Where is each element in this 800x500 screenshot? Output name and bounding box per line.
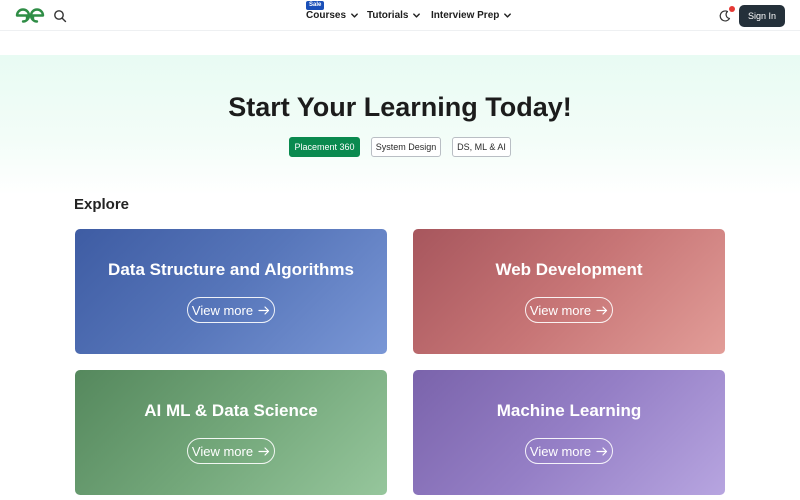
view-more-button[interactable]: View more xyxy=(187,297,275,323)
nav-courses[interactable]: Courses xyxy=(306,10,359,21)
pill-ds-ml-ai[interactable]: DS, ML & AI xyxy=(452,137,511,157)
card-title: Web Development xyxy=(495,260,643,279)
view-more-button[interactable]: View more xyxy=(525,438,613,464)
view-more-label: View more xyxy=(191,443,254,459)
notification-dot xyxy=(729,6,735,12)
arrow-right-icon xyxy=(258,305,270,315)
sign-in-button[interactable]: Sign In xyxy=(739,5,785,27)
hero-background xyxy=(0,55,800,195)
pill-placement-360[interactable]: Placement 360 xyxy=(289,137,360,157)
search-icon[interactable] xyxy=(52,8,68,24)
card-title: AI ML & Data Science xyxy=(144,401,318,420)
card-title: Data Structure and Algorithms xyxy=(108,260,354,279)
nav-interview-prep-label: Interview Prep xyxy=(431,10,500,21)
nav-tutorials-label: Tutorials xyxy=(367,10,409,21)
chevron-down-icon xyxy=(351,13,358,18)
geeksforgeeks-logo-icon[interactable] xyxy=(14,6,46,25)
view-more-label: View more xyxy=(191,302,254,318)
pill-system-design[interactable]: System Design xyxy=(371,137,441,157)
view-more-button[interactable]: View more xyxy=(187,438,275,464)
sale-badge: Sale xyxy=(306,1,325,10)
nav-courses-label: Courses xyxy=(306,10,347,21)
nav-interview-prep[interactable]: Interview Prep xyxy=(431,10,512,21)
top-header: Sale Courses Tutorials Interview Prep Si… xyxy=(0,0,800,31)
view-more-button[interactable]: View more xyxy=(525,297,613,323)
explore-heading: Explore xyxy=(74,196,130,213)
chevron-down-icon xyxy=(504,13,512,18)
nav-tutorials[interactable]: Tutorials xyxy=(367,10,421,21)
card-ai-ml-data-science[interactable]: AI ML & Data Science View more xyxy=(75,370,387,495)
view-more-label: View more xyxy=(529,443,592,459)
card-dsa[interactable]: Data Structure and Algorithms View more xyxy=(75,229,387,354)
arrow-right-icon xyxy=(596,305,608,315)
view-more-label: View more xyxy=(529,302,592,318)
arrow-right-icon xyxy=(258,446,270,456)
card-title: Machine Learning xyxy=(496,401,642,420)
arrow-right-icon xyxy=(596,446,608,456)
chevron-down-icon xyxy=(413,13,421,18)
card-web-development[interactable]: Web Development View more xyxy=(413,229,725,354)
page-title: Start Your Learning Today! xyxy=(228,92,572,122)
card-machine-learning[interactable]: Machine Learning View more xyxy=(413,370,725,495)
